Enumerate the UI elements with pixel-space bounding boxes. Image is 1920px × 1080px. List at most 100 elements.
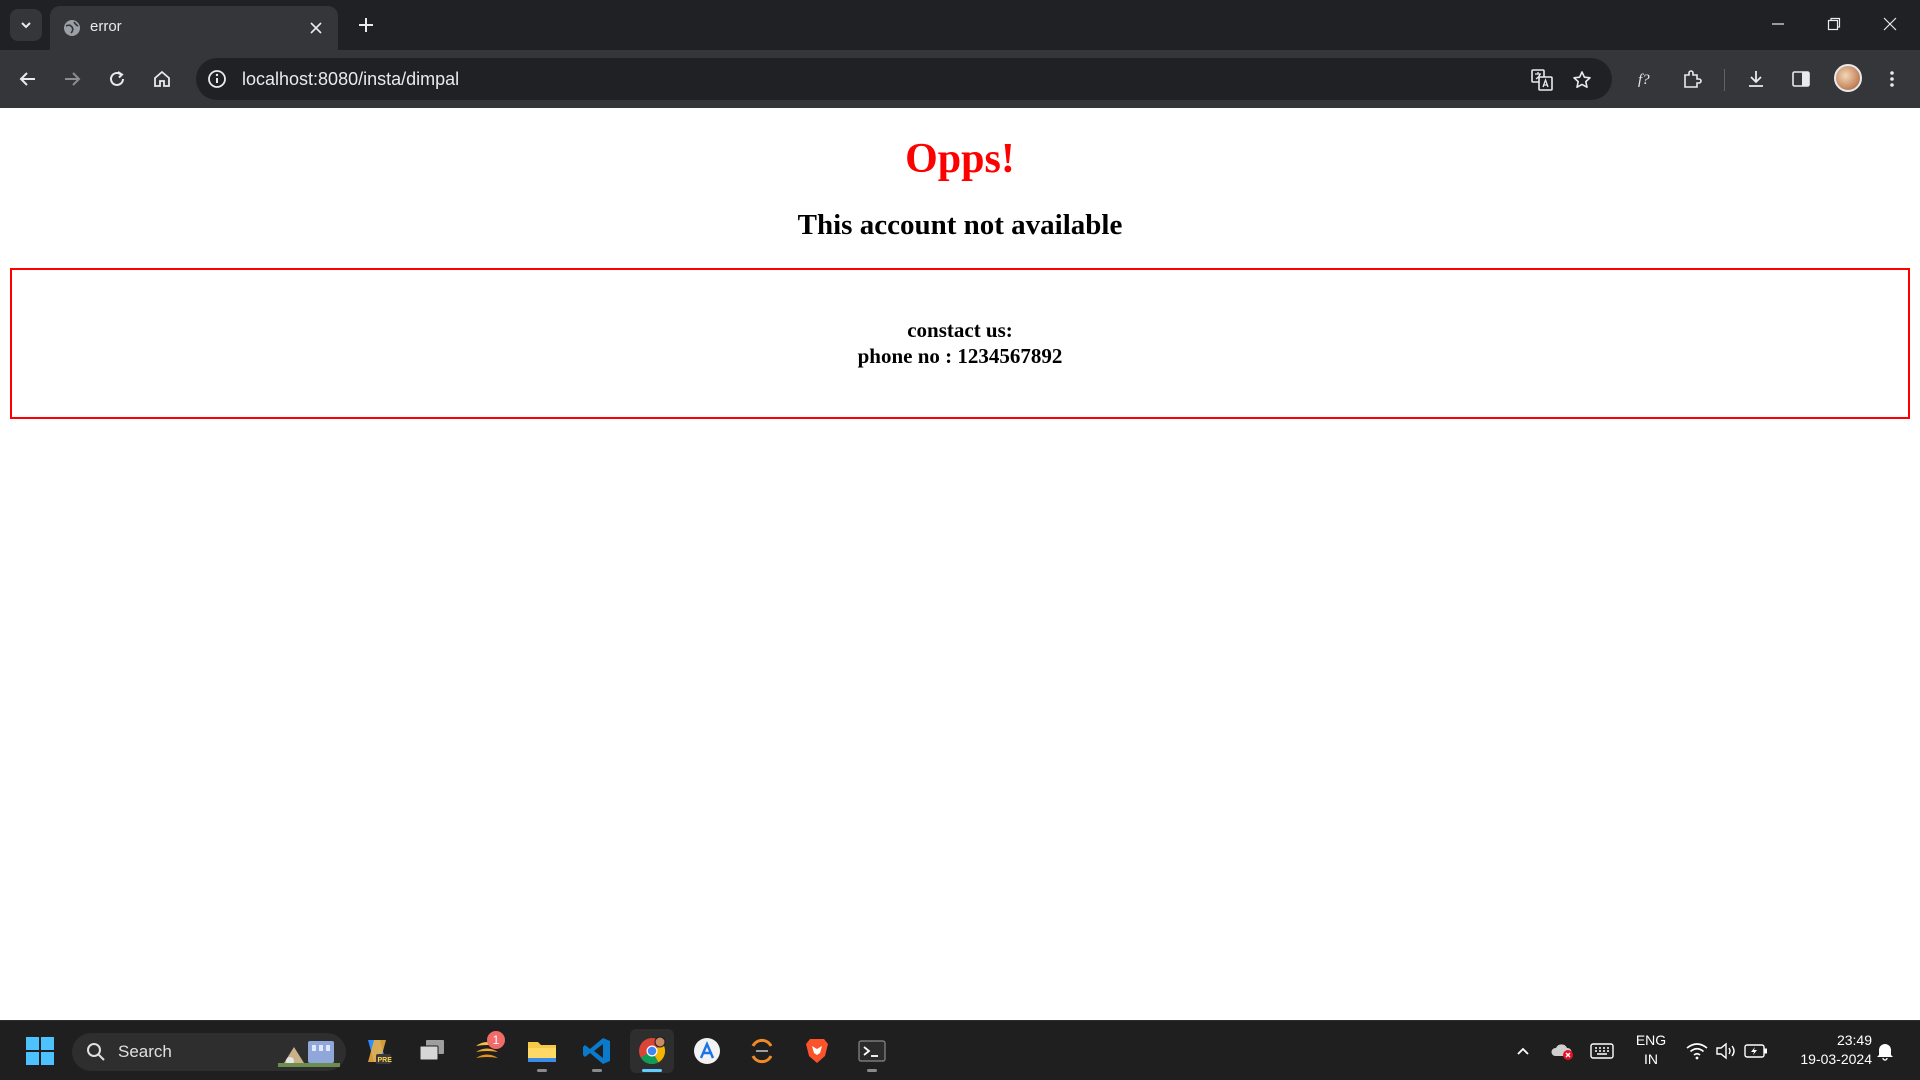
address-url: localhost:8080/insta/dimpal (242, 69, 460, 89)
tab-search-button[interactable] (10, 9, 42, 41)
contact-box: constact us: phone no : 1234567892 (10, 268, 1910, 419)
taskbar-file-explorer[interactable] (520, 1029, 564, 1073)
show-hidden-icons-button[interactable] (1510, 1039, 1536, 1063)
language-region: IN (1644, 1051, 1658, 1067)
clock-time: 23:49 (1836, 1032, 1872, 1048)
running-indicator (592, 1069, 602, 1072)
tab-strip: error (0, 0, 1920, 50)
eclipse-icon (751, 1038, 773, 1064)
error-message: This account not available (797, 209, 1123, 241)
chevron-up-icon (1517, 1047, 1529, 1055)
side-panel-icon (1792, 71, 1810, 87)
cloud-error-icon (1551, 1044, 1573, 1060)
site-info-button[interactable] (206, 68, 228, 90)
clock-date: 19-03-2024 (1800, 1051, 1872, 1067)
network-status[interactable] (1684, 1039, 1710, 1063)
home-button[interactable] (146, 63, 178, 95)
phone-number: phone no : 1234567892 (857, 344, 1063, 368)
running-indicator (867, 1069, 877, 1072)
speaker-icon (1716, 1042, 1735, 1060)
puzzle-icon (1684, 70, 1702, 88)
volume-control[interactable] (1713, 1039, 1739, 1063)
side-panel-button[interactable] (1785, 63, 1817, 95)
tab-close-button[interactable] (306, 18, 326, 38)
forward-button[interactable] (56, 63, 88, 95)
arrow-right-icon (65, 72, 81, 86)
address-bar[interactable]: localhost:8080/insta/dimpal (196, 58, 1612, 100)
profile-avatar[interactable] (1834, 64, 1862, 92)
task-view-icon (419, 1040, 444, 1061)
plus-icon (359, 18, 373, 32)
tab-title: error (90, 18, 122, 35)
active-indicator (642, 1069, 662, 1072)
minimize-button[interactable] (1750, 0, 1806, 48)
svg-text:PRE: PRE (378, 1057, 393, 1064)
function-icon: f? (1638, 72, 1650, 88)
app-store-icon (694, 1038, 720, 1064)
battery-charging-icon (1744, 1044, 1767, 1058)
taskbar-app-store[interactable] (685, 1029, 729, 1073)
search-highlight-illustration (278, 1041, 340, 1067)
start-button[interactable] (18, 1029, 62, 1073)
taskbar-eclipse[interactable] (740, 1029, 784, 1073)
copilot-icon: PRE (368, 1040, 393, 1064)
extension-formula-button[interactable]: f? (1630, 63, 1662, 95)
downloads-button[interactable] (1740, 63, 1772, 95)
windows-logo-icon (26, 1037, 54, 1065)
error-heading: Opps! (905, 136, 1015, 182)
close-window-button[interactable] (1862, 0, 1918, 48)
wifi-icon (1686, 1043, 1708, 1060)
reload-icon (110, 71, 124, 86)
touch-keyboard-button[interactable] (1589, 1039, 1615, 1063)
taskbar-vscode[interactable] (575, 1029, 619, 1073)
restore-icon (1827, 17, 1841, 31)
taskbar-terminal[interactable] (850, 1029, 894, 1073)
taskbar-chrome[interactable] (630, 1029, 674, 1073)
battery-status[interactable] (1743, 1039, 1769, 1063)
taskbar-copilot[interactable]: PRE (355, 1029, 399, 1073)
taskbar-widgets[interactable]: 1 (465, 1029, 509, 1073)
toolbar-divider (1724, 69, 1725, 91)
notification-badge: 1 (487, 1031, 505, 1049)
taskbar: Search PRE 1 ENG IN 23:49 19-03-2024 (0, 1020, 1920, 1080)
search-icon (87, 1043, 105, 1061)
close-icon (310, 22, 322, 34)
vscode-icon (583, 1038, 610, 1064)
contact-label: constact us: (907, 318, 1013, 342)
translate-icon (1531, 69, 1553, 91)
onedrive-status[interactable] (1549, 1039, 1575, 1063)
keyboard-icon (1590, 1043, 1614, 1059)
chevron-down-icon (21, 22, 31, 29)
taskbar-brave[interactable] (795, 1029, 839, 1073)
back-button[interactable] (12, 63, 44, 95)
taskbar-task-view[interactable] (410, 1029, 454, 1073)
bell-icon (1877, 1044, 1893, 1061)
folder-icon (528, 1042, 556, 1062)
svg-text:f?: f? (1638, 72, 1650, 88)
taskbar-search[interactable]: Search (72, 1033, 346, 1071)
close-icon (1883, 17, 1897, 31)
running-indicator (537, 1069, 547, 1072)
page-content: Opps! This account not available constac… (0, 108, 1920, 1020)
extensions-button[interactable] (1676, 63, 1708, 95)
reload-button[interactable] (101, 63, 133, 95)
search-placeholder: Search (118, 1042, 172, 1061)
brave-lion-icon (806, 1039, 828, 1063)
language-primary: ENG (1635, 1032, 1667, 1048)
more-vertical-icon (1890, 71, 1894, 87)
menu-button[interactable] (1876, 63, 1908, 95)
browser-toolbar: localhost:8080/insta/dimpal f? (0, 50, 1920, 108)
clock[interactable]: 23:49 19-03-2024 (1780, 1031, 1872, 1069)
terminal-icon (858, 1040, 886, 1062)
active-tab[interactable]: error (50, 6, 338, 50)
new-tab-button[interactable] (352, 11, 380, 39)
input-language[interactable]: ENG IN (1630, 1031, 1672, 1069)
info-icon (208, 70, 226, 88)
home-icon (154, 70, 170, 87)
restore-button[interactable] (1806, 0, 1862, 48)
bookmark-button[interactable] (1568, 66, 1596, 94)
chrome-icon (639, 1036, 666, 1065)
notification-center-button[interactable] (1872, 1039, 1898, 1063)
translate-button[interactable] (1528, 66, 1556, 94)
star-icon (1573, 71, 1591, 88)
